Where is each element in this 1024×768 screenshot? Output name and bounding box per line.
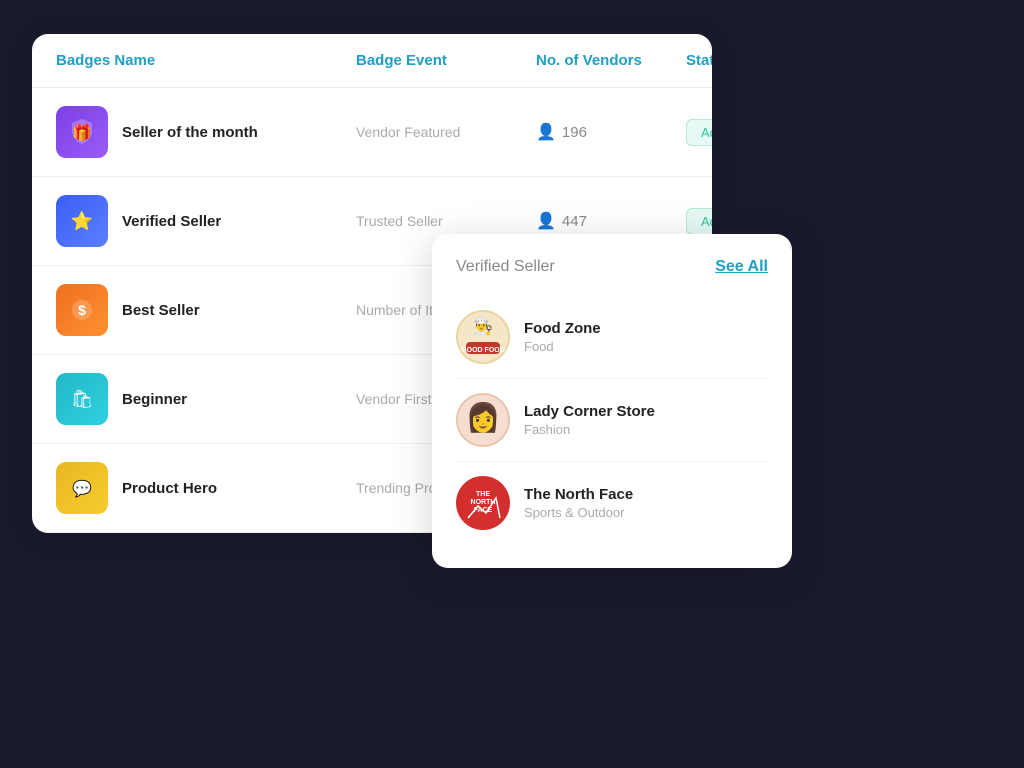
vendor-name-food-zone: Food Zone bbox=[524, 320, 601, 337]
svg-text:👩: 👩 bbox=[466, 401, 501, 434]
best-seller-icon: $ bbox=[56, 284, 108, 336]
vendor-icon: 👤 bbox=[536, 211, 556, 231]
food-zone-info: Food Zone Food bbox=[524, 320, 601, 354]
badge-event-seller-month: Vendor Featured bbox=[356, 124, 536, 140]
status-cell-verified: Active bbox=[686, 208, 712, 235]
col-status: Status bbox=[686, 52, 712, 69]
popup-header: Verified Seller See All bbox=[456, 258, 768, 276]
beginner-icon: 🛍 bbox=[56, 373, 108, 425]
vendor-count-verified: 👤 447 bbox=[536, 211, 686, 231]
see-all-link[interactable]: See All bbox=[715, 258, 768, 276]
badge-event-verified: Trusted Seller bbox=[356, 213, 536, 229]
vendor-name-north-face: The North Face bbox=[524, 486, 633, 503]
vendor-item-food-zone[interactable]: 👨‍🍳 GOOD FOOD Food Zone Food bbox=[456, 296, 768, 379]
svg-text:⭐: ⭐ bbox=[71, 210, 93, 231]
badge-name-seller-month: Seller of the month bbox=[122, 124, 258, 141]
table-header: Badges Name Badge Event No. of Vendors S… bbox=[32, 34, 712, 88]
table-row[interactable]: 🎁 Seller of the month Vendor Featured 👤 … bbox=[32, 88, 712, 177]
vendor-count-seller-month: 👤 196 bbox=[536, 122, 686, 142]
badge-name-verified: Verified Seller bbox=[122, 213, 221, 230]
badge-name-cell: $ Best Seller bbox=[56, 284, 356, 336]
vendor-item-lady-corner[interactable]: 👩 Lady Corner Store Fashion bbox=[456, 379, 768, 462]
north-face-info: The North Face Sports & Outdoor bbox=[524, 486, 633, 520]
status-badge-active: Active bbox=[686, 119, 712, 146]
badge-name-beginner: Beginner bbox=[122, 391, 187, 408]
lady-corner-avatar: 👩 bbox=[456, 393, 510, 447]
vendor-cat-north-face: Sports & Outdoor bbox=[524, 505, 633, 520]
badge-name-cell: 🛍 Beginner bbox=[56, 373, 356, 425]
badge-name-product-hero: Product Hero bbox=[122, 480, 217, 497]
vendor-popup: Verified Seller See All 👨‍🍳 GOOD FOOD Fo… bbox=[432, 234, 792, 568]
vendor-item-north-face[interactable]: THE NORTH FACE The North Face Sports & O… bbox=[456, 462, 768, 544]
svg-text:🛍: 🛍 bbox=[71, 389, 94, 409]
svg-text:💬: 💬 bbox=[72, 479, 92, 498]
vendor-name-lady-corner: Lady Corner Store bbox=[524, 403, 655, 420]
col-badges-name: Badges Name bbox=[56, 52, 356, 69]
food-zone-avatar: 👨‍🍳 GOOD FOOD bbox=[456, 310, 510, 364]
badge-name-cell: ⭐ Verified Seller bbox=[56, 195, 356, 247]
north-face-avatar: THE NORTH FACE bbox=[456, 476, 510, 530]
vendor-cat-lady-corner: Fashion bbox=[524, 422, 655, 437]
svg-text:GOOD FOOD: GOOD FOOD bbox=[461, 347, 505, 354]
svg-text:THE: THE bbox=[476, 491, 490, 498]
product-hero-icon: 💬 bbox=[56, 462, 108, 514]
svg-text:$: $ bbox=[78, 302, 86, 318]
vendor-icon: 👤 bbox=[536, 122, 556, 142]
status-badge-active-2: Active bbox=[686, 208, 712, 235]
popup-title: Verified Seller bbox=[456, 258, 555, 276]
status-cell-seller-month: Active bbox=[686, 119, 712, 146]
badge-name-bestseller: Best Seller bbox=[122, 302, 200, 319]
svg-text:🎁: 🎁 bbox=[72, 123, 92, 142]
svg-text:👨‍🍳: 👨‍🍳 bbox=[473, 317, 493, 336]
seller-month-icon: 🎁 bbox=[56, 106, 108, 158]
lady-corner-info: Lady Corner Store Fashion bbox=[524, 403, 655, 437]
col-badge-event: Badge Event bbox=[356, 52, 536, 69]
col-vendors: No. of Vendors bbox=[536, 52, 686, 69]
vendor-cat-food-zone: Food bbox=[524, 339, 601, 354]
badge-name-cell: 💬 Product Hero bbox=[56, 462, 356, 514]
verified-seller-icon: ⭐ bbox=[56, 195, 108, 247]
badge-name-cell: 🎁 Seller of the month bbox=[56, 106, 356, 158]
